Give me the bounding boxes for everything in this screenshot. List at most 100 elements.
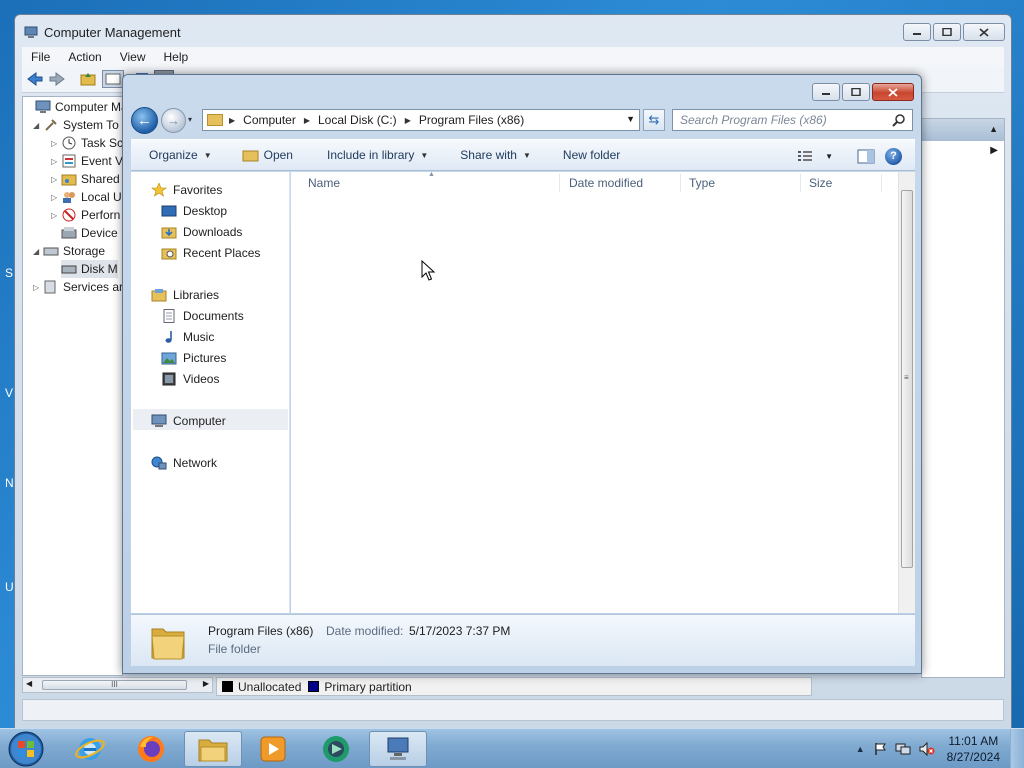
tree-item-computer-management[interactable]: Computer Ma — [25, 98, 122, 116]
actions-header[interactable]: ▲ — [922, 119, 1004, 141]
nav-libraries[interactable]: Libraries — [151, 285, 219, 305]
show-hide-tree-icon[interactable] — [102, 70, 124, 88]
file-list-vertical-scrollbar[interactable]: ≡ — [898, 172, 915, 613]
title-bar[interactable]: Computer Management — [15, 15, 1011, 47]
help-icon[interactable]: ? — [885, 147, 902, 165]
close-button[interactable] — [872, 83, 914, 101]
refresh-button[interactable]: ⇆ — [643, 109, 665, 131]
breadcrumb-program-files-x86[interactable]: Program Files (x86) — [419, 113, 524, 127]
tree-item-services[interactable]: ▷ Services ar — [33, 278, 122, 296]
minimize-button[interactable] — [903, 23, 931, 41]
scrollbar-thumb[interactable]: III — [42, 680, 187, 690]
nav-favorites[interactable]: Favorites — [151, 180, 222, 200]
start-button[interactable] — [6, 730, 46, 768]
volume-muted-icon[interactable] — [919, 742, 935, 756]
organize-button[interactable]: Organize ▼ — [140, 148, 221, 162]
address-bar[interactable]: ▶ Computer ▶ Local Disk (C:) ▶ Program F… — [202, 109, 640, 131]
taskbar-app[interactable] — [307, 731, 365, 767]
breadcrumb-separator-icon[interactable]: ▶ — [304, 116, 310, 125]
new-folder-button[interactable]: New folder — [554, 148, 629, 162]
column-header-size[interactable]: Size — [809, 172, 832, 194]
clock[interactable]: 11:01 AM 8/27/2024 — [947, 733, 1000, 765]
breadcrumb-separator-icon[interactable]: ▶ — [229, 116, 235, 125]
open-button[interactable]: Open — [233, 148, 302, 162]
tree-item-storage[interactable]: ◢ Storage — [33, 242, 105, 260]
recent-pages-icon[interactable]: ▾ — [188, 115, 192, 124]
breadcrumb-computer[interactable]: Computer — [243, 113, 296, 127]
tree-item-task-scheduler[interactable]: ▷ Task Sc — [51, 134, 122, 152]
column-divider[interactable] — [559, 174, 560, 192]
menu-file[interactable]: File — [22, 47, 59, 67]
expand-arrow-icon[interactable]: ▷ — [51, 211, 61, 220]
tree-item-disk-management[interactable]: Disk M — [61, 260, 118, 278]
tree-item-event-viewer[interactable]: ▷ Event V — [51, 152, 122, 170]
show-hidden-icons-icon[interactable]: ▲ — [856, 744, 865, 754]
maximize-button[interactable] — [933, 23, 961, 41]
share-with-button[interactable]: Share with ▼ — [451, 148, 540, 162]
nav-network[interactable]: Network — [151, 453, 217, 473]
action-center-flag-icon[interactable] — [873, 742, 887, 756]
close-button[interactable] — [963, 23, 1005, 41]
back-button[interactable]: ← — [131, 107, 158, 134]
firefox-icon — [138, 736, 164, 762]
address-dropdown-icon[interactable]: ▼ — [626, 114, 635, 124]
scrollbar-thumb[interactable]: ≡ — [901, 190, 913, 568]
column-divider[interactable] — [800, 174, 801, 192]
nav-desktop[interactable]: Desktop — [161, 201, 227, 221]
menu-help[interactable]: Help — [155, 47, 198, 67]
view-dropdown-icon[interactable]: ▼ — [825, 152, 833, 161]
taskbar-file-explorer[interactable] — [184, 731, 242, 767]
tree-item-system-tools[interactable]: ◢ System To — [33, 116, 119, 134]
menu-action[interactable]: Action — [59, 47, 110, 67]
maximize-button[interactable] — [842, 83, 870, 101]
search-icon[interactable] — [892, 113, 906, 127]
menu-view[interactable]: View — [111, 47, 155, 67]
tree-horizontal-scrollbar[interactable]: ◀ III ▶ — [22, 677, 213, 693]
column-divider[interactable] — [680, 174, 681, 192]
collapse-arrow-icon[interactable]: ◢ — [33, 121, 43, 130]
column-header-date-modified[interactable]: Date modified — [569, 172, 643, 194]
nav-recent-places[interactable]: Recent Places — [161, 243, 260, 263]
collapse-arrow-icon[interactable]: ◢ — [33, 247, 43, 256]
tree-item-local-users[interactable]: ▷ Local U — [51, 188, 122, 206]
tree-item-performance[interactable]: ▷ Perforn — [51, 206, 120, 224]
breadcrumb-separator-icon[interactable]: ▶ — [405, 116, 411, 125]
column-divider[interactable] — [881, 174, 882, 192]
expand-arrow-icon[interactable]: ▷ — [51, 193, 61, 202]
expand-arrow-icon[interactable]: ▷ — [51, 175, 61, 184]
back-arrow-icon[interactable] — [26, 71, 44, 87]
forward-arrow-icon[interactable] — [48, 71, 66, 87]
scroll-left-icon[interactable]: ◀ — [26, 679, 32, 688]
taskbar-firefox[interactable] — [122, 731, 180, 767]
up-folder-icon[interactable] — [80, 71, 96, 87]
nav-computer[interactable]: Computer — [151, 411, 226, 431]
close-icon — [888, 87, 898, 97]
expand-arrow-icon[interactable]: ▷ — [51, 157, 61, 166]
view-options-icon[interactable] — [797, 150, 813, 162]
taskbar-computer-management[interactable] — [369, 731, 427, 767]
column-header-type[interactable]: Type — [689, 172, 715, 194]
breadcrumb-local-disk[interactable]: Local Disk (C:) — [318, 113, 397, 127]
collapse-up-icon[interactable]: ▲ — [989, 124, 998, 134]
show-desktop-button[interactable] — [1010, 729, 1024, 768]
network-tray-icon[interactable] — [895, 742, 911, 756]
column-header-name[interactable]: Name — [308, 172, 340, 194]
taskbar-media-player[interactable] — [244, 731, 302, 767]
tree-item-shared-folders[interactable]: ▷ Shared — [51, 170, 120, 188]
include-in-library-button[interactable]: Include in library ▼ — [318, 148, 437, 162]
minimize-button[interactable] — [812, 83, 840, 101]
expand-arrow-icon[interactable]: ▷ — [51, 139, 61, 148]
more-actions-arrow-icon[interactable]: ▶ — [990, 145, 998, 156]
preview-pane-icon[interactable] — [857, 149, 875, 164]
expand-arrow-icon[interactable]: ▷ — [33, 283, 43, 292]
nav-documents[interactable]: Documents — [161, 306, 244, 326]
scroll-right-icon[interactable]: ▶ — [203, 679, 209, 688]
taskbar-internet-explorer[interactable] — [61, 731, 119, 767]
nav-downloads[interactable]: Downloads — [161, 222, 242, 242]
search-input[interactable]: Search Program Files (x86) — [672, 109, 913, 131]
tree-item-device-manager[interactable]: Device — [61, 224, 118, 242]
nav-music[interactable]: Music — [161, 327, 214, 347]
nav-pictures[interactable]: Pictures — [161, 348, 226, 368]
nav-videos[interactable]: Videos — [161, 369, 219, 389]
forward-button[interactable]: → — [161, 108, 186, 133]
